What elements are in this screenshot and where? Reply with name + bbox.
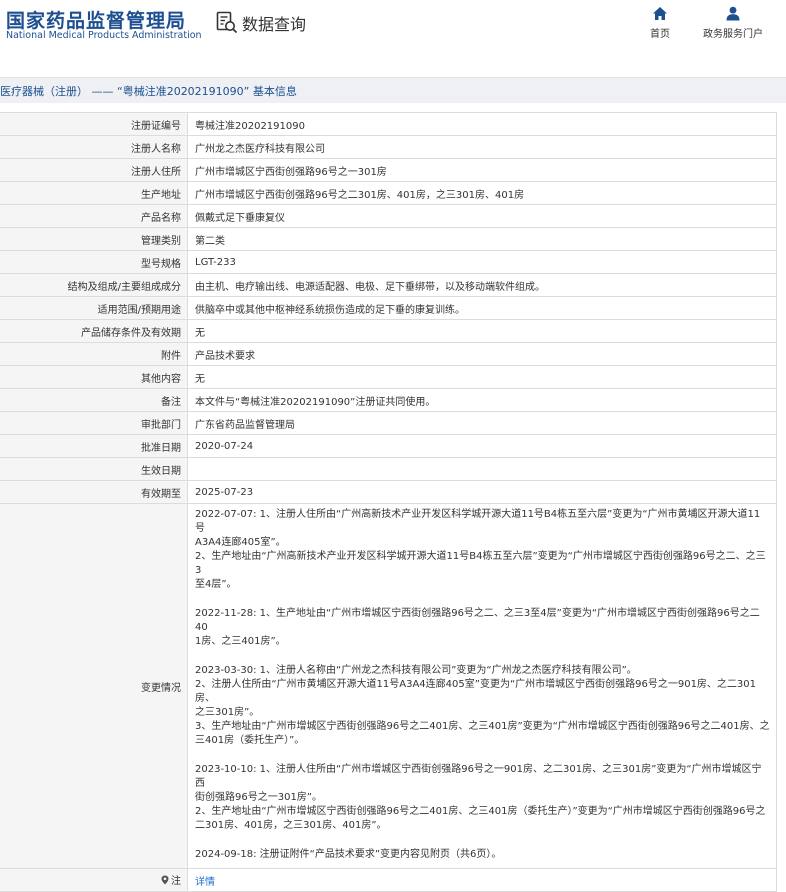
change-line: 2、注册人住所由“广州市黄埔区开源大道11号A3A4连廊405室”变更为“广州市…	[195, 679, 757, 704]
field-value: 产品技术要求	[187, 342, 777, 366]
change-line: 2、生产地址由“广州高新技术产业开发区科学城开源大道11号B4栋五至六层”变更为…	[195, 551, 766, 576]
field-label: 其他内容	[0, 365, 188, 389]
change-line: 3、生产地址由“广州市增城区宁西街创强路96号之二401房、之三401房”变更为…	[195, 721, 770, 732]
field-label: 审批部门	[0, 411, 188, 435]
info-row: 审批部门 广东省药品监督管理局	[0, 411, 777, 435]
breadcrumb: 医疗器械（注册） —— “粤械注准20202191090” 基本信息	[0, 77, 786, 103]
field-label: 有效期至	[0, 480, 188, 504]
change-line: 至4层”。	[195, 579, 237, 590]
field-label: 注册人住所	[0, 158, 188, 182]
change-line: 2024-09-18: 注册证附件“产品技术要求”变更内容见附页（共6页）。	[195, 849, 502, 860]
field-value: 2025-07-23	[187, 480, 777, 504]
data-query-link[interactable]: 数据查询	[216, 10, 306, 36]
field-label: 变更情况	[0, 503, 188, 869]
field-value: 无	[187, 365, 777, 389]
field-value: 佩戴式足下垂康复仪	[187, 204, 777, 228]
field-value: 广州市增城区宁西街创强路96号之二301房、401房，之三301房、401房	[187, 181, 777, 205]
info-row: 型号规格 LGT-233	[0, 250, 777, 274]
field-value: 粤械注准20202191090	[187, 112, 777, 136]
details-link[interactable]: 详情	[195, 877, 215, 888]
field-label: 管理类别	[0, 227, 188, 251]
field-label: 结构及组成/主要组成成分	[0, 273, 188, 297]
info-row: 结构及组成/主要组成成分 由主机、电疗输出线、电源适配器、电极、足下垂绑带，以及移…	[0, 273, 777, 297]
info-row: 注册证编号 粤械注准20202191090	[0, 112, 777, 136]
info-row: 生效日期	[0, 457, 777, 481]
breadcrumb-text: 医疗器械（注册） —— “粤械注准20202191090” 基本信息	[0, 85, 297, 98]
site-logo-subtitle: National Medical Products Administration	[6, 30, 202, 41]
field-label: 生产地址	[0, 181, 188, 205]
note-label: 注	[171, 876, 181, 888]
change-entry: 2023-03-30: 1、注册人名称由“广州龙之杰科技有限公司”变更为“广州龙…	[195, 664, 770, 748]
info-row: 注册人住所 广州市增城区宁西街创强路96号之一301房	[0, 158, 777, 182]
info-row: 批准日期 2020-07-24	[0, 434, 777, 458]
change-line: 1房、之三401房”。	[195, 636, 286, 647]
info-row: 产品名称 佩戴式足下垂康复仪	[0, 204, 777, 228]
change-entry: 2024-09-18: 注册证附件“产品技术要求”变更内容见附页（共6页）。	[195, 848, 770, 862]
info-row: 备注 本文件与“粤械注准20202191090”注册证共同使用。	[0, 388, 777, 412]
nav-home-label: 首页	[650, 29, 670, 40]
field-label: 产品储存条件及有效期	[0, 319, 188, 343]
change-line: 2022-11-28: 1、生产地址由“广州市增城区宁西街创强路96号之二、之三…	[195, 608, 760, 633]
field-value: 由主机、电疗输出线、电源适配器、电极、足下垂绑带，以及移动端软件组成。	[187, 273, 777, 297]
nav-home[interactable]: 首页	[650, 6, 670, 40]
change-line: 2022-07-07: 1、注册人住所由“广州高新技术产业开发区科学城开源大道1…	[195, 509, 761, 534]
field-value: 2020-07-24	[187, 434, 777, 458]
data-query-label: 数据查询	[242, 15, 307, 34]
field-value: 广州龙之杰医疗科技有限公司	[187, 135, 777, 159]
field-value	[187, 457, 777, 481]
change-history-row: 变更情况 2022-07-07: 1、注册人住所由“广州高新技术产业开发区科学城开…	[0, 503, 777, 869]
info-row: 注册人名称 广州龙之杰医疗科技有限公司	[0, 135, 777, 159]
field-value: 本文件与“粤械注准20202191090”注册证共同使用。	[187, 388, 777, 412]
change-line: 2023-10-10: 1、注册人住所由“广州市增城区宁西街创强路96号之一90…	[195, 764, 762, 789]
field-value: 广东省药品监督管理局	[187, 411, 777, 435]
field-label: 型号规格	[0, 250, 188, 274]
site-header: 国家药品监督管理局 National Medical Products Admi…	[0, 0, 786, 62]
change-entry: 2022-07-07: 1、注册人住所由“广州高新技术产业开发区科学城开源大道1…	[195, 508, 770, 592]
nav-service-portal-label: 政务服务门户	[703, 29, 763, 40]
change-line: 2、生产地址由“广州市增城区宁西街创强路96号之二401房、之三401房（委托生…	[195, 806, 766, 817]
field-label: 注册人名称	[0, 135, 188, 159]
note-label-cell: 注	[0, 868, 188, 892]
info-row: 管理类别 第二类	[0, 227, 777, 251]
info-row: 生产地址 广州市增城区宁西街创强路96号之二301房、401房，之三301房、40…	[0, 181, 777, 205]
field-label: 适用范围/预期用途	[0, 296, 188, 320]
info-row: 其他内容无	[0, 365, 777, 389]
data-query-icon	[216, 11, 238, 34]
change-line: 二301房、401房，之三301房、401房”。	[195, 820, 387, 831]
site-logo-title[interactable]: 国家药品监督管理局	[6, 6, 186, 33]
field-label: 注册证编号	[0, 112, 188, 136]
change-line: 2023-03-30: 1、注册人名称由“广州龙之杰科技有限公司”变更为“广州龙…	[195, 665, 637, 676]
info-row: 适用范围/预期用途 供脑卒中或其他中枢神经系统损伤造成的足下垂的康复训练。	[0, 296, 777, 320]
info-row: 附件 产品技术要求	[0, 342, 777, 366]
home-icon	[653, 7, 667, 20]
info-row: 产品储存条件及有效期无	[0, 319, 777, 343]
field-value: 广州市增城区宁西街创强路96号之一301房	[187, 158, 777, 182]
change-line: 街创强路96号之一301房”。	[195, 792, 322, 803]
change-history-content: 2022-07-07: 1、注册人住所由“广州高新技术产业开发区科学城开源大道1…	[187, 503, 777, 869]
field-label: 附件	[0, 342, 188, 366]
field-value: LGT-233	[187, 250, 777, 274]
change-line: 之三301房”。	[195, 707, 260, 718]
field-label: 备注	[0, 388, 188, 412]
pin-icon	[161, 875, 169, 885]
note-value: 详情	[187, 868, 777, 892]
user-icon	[726, 6, 740, 21]
change-entry: 2022-11-28: 1、生产地址由“广州市增城区宁西街创强路96号之二、之三…	[195, 607, 770, 649]
field-value: 无	[187, 319, 777, 343]
field-value: 第二类	[187, 227, 777, 251]
field-value: 供脑卒中或其他中枢神经系统损伤造成的足下垂的康复训练。	[187, 296, 777, 320]
field-label: 批准日期	[0, 434, 188, 458]
info-row: 有效期至 2025-07-23	[0, 480, 777, 504]
field-label: 产品名称	[0, 204, 188, 228]
change-line: A3A4连廊405室”。	[195, 537, 286, 548]
device-info-table: 注册证编号 粤械注准20202191090 注册人名称 广州龙之杰医疗科技有限公司 注册…	[0, 112, 777, 892]
change-entry: 2023-10-10: 1、注册人住所由“广州市增城区宁西街创强路96号之一90…	[195, 763, 770, 833]
note-row: 注 详情	[0, 868, 777, 892]
nav-service-portal[interactable]: 政务服务门户	[703, 6, 763, 40]
change-line: 三401房（委托生产）”。	[195, 735, 305, 746]
field-label: 生效日期	[0, 457, 188, 481]
